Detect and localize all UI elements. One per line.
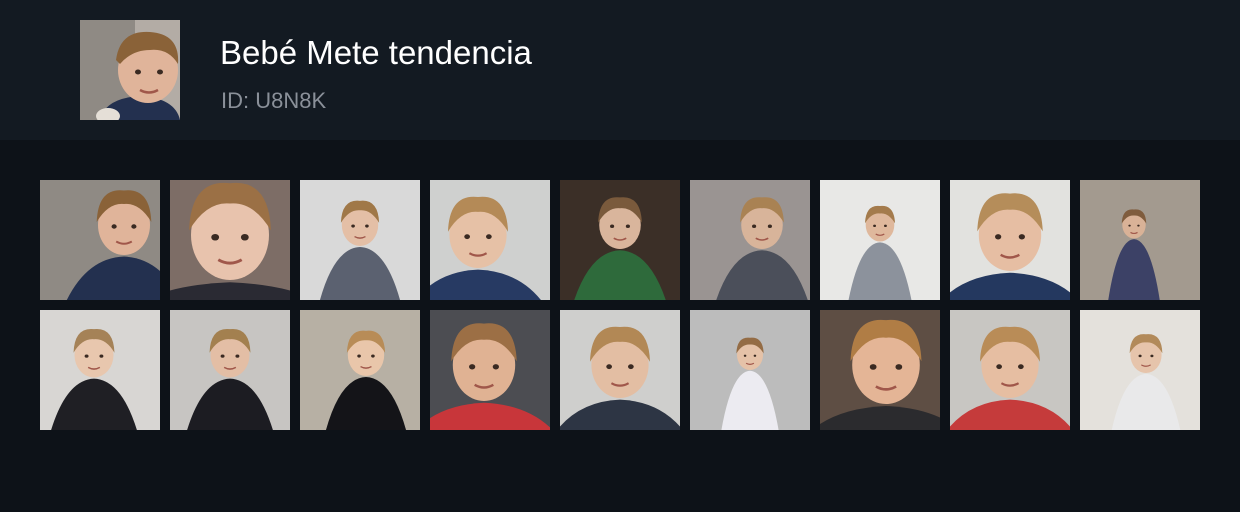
video-thumbnail[interactable]: [560, 310, 680, 430]
thumbnail-image-icon: [300, 180, 420, 300]
avatar-image-icon: [80, 20, 180, 120]
video-thumbnail[interactable]: [170, 180, 290, 300]
thumbnail-image-icon: [1080, 180, 1200, 300]
thumbnail-image-icon: [1080, 310, 1200, 430]
video-thumbnail[interactable]: [690, 180, 810, 300]
video-thumbnail[interactable]: [170, 310, 290, 430]
video-thumbnail[interactable]: [40, 310, 160, 430]
thumbnail-image-icon: [170, 180, 290, 300]
thumbnail-image-icon: [950, 180, 1070, 300]
video-thumbnail[interactable]: [950, 180, 1070, 300]
video-thumbnail-grid: [40, 180, 1200, 430]
video-thumbnail[interactable]: [300, 310, 420, 430]
profile-id: ID: U8N8K: [221, 88, 327, 113]
video-thumbnail[interactable]: [820, 310, 940, 430]
video-thumbnail[interactable]: [690, 310, 810, 430]
profile-header: Bebé Mete tendencia ID: U8N8K: [0, 0, 1240, 140]
profile-name: Bebé Mete tendencia: [220, 34, 532, 71]
thumbnail-image-icon: [430, 180, 550, 300]
video-thumbnail[interactable]: [1080, 180, 1200, 300]
thumbnail-image-icon: [690, 310, 810, 430]
thumbnail-image-icon: [560, 310, 680, 430]
video-thumbnail[interactable]: [1080, 310, 1200, 430]
video-thumbnail[interactable]: [560, 180, 680, 300]
profile-avatar[interactable]: [80, 20, 180, 120]
thumbnail-image-icon: [690, 180, 810, 300]
thumbnail-image-icon: [170, 310, 290, 430]
thumbnail-image-icon: [40, 310, 160, 430]
video-thumbnail[interactable]: [40, 180, 160, 300]
video-thumbnail[interactable]: [430, 180, 550, 300]
thumbnail-image-icon: [950, 310, 1070, 430]
video-thumbnail[interactable]: [430, 310, 550, 430]
thumbnail-image-icon: [300, 310, 420, 430]
video-thumbnail[interactable]: [950, 310, 1070, 430]
thumbnail-image-icon: [430, 310, 550, 430]
thumbnail-image-icon: [560, 180, 680, 300]
thumbnail-image-icon: [820, 180, 940, 300]
video-thumbnail[interactable]: [300, 180, 420, 300]
thumbnail-image-icon: [40, 180, 160, 300]
thumbnail-image-icon: [820, 310, 940, 430]
video-thumbnail[interactable]: [820, 180, 940, 300]
